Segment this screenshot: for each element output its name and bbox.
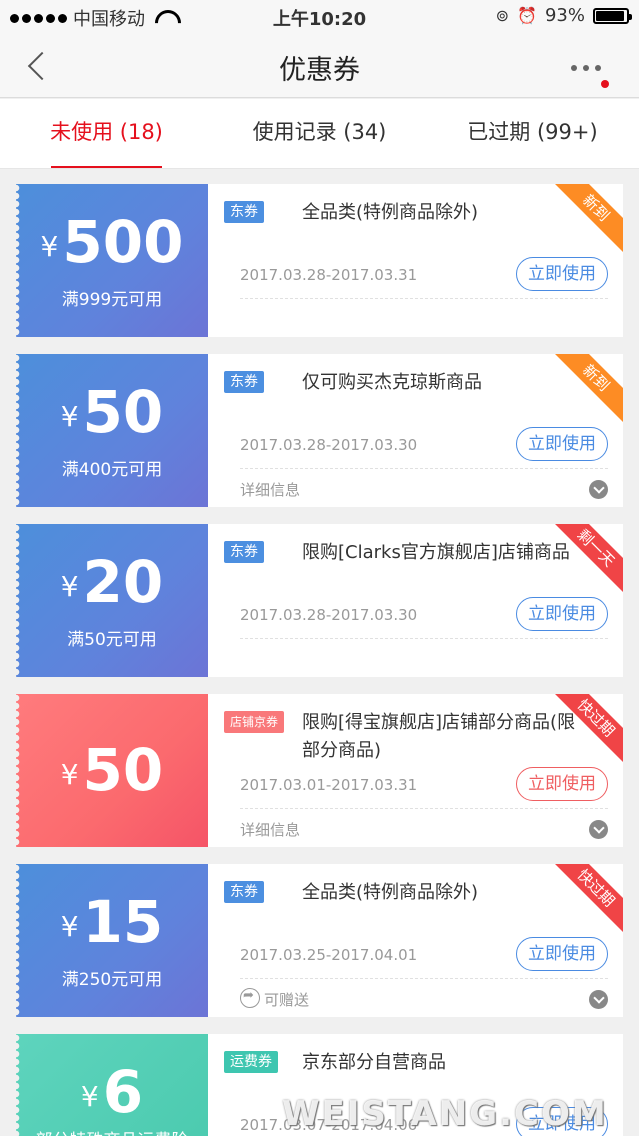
coupon-type-tag: 东券 — [224, 881, 264, 903]
share-gift-icon — [240, 988, 260, 1008]
coupon-title: 限购[得宝旗舰店]店铺部分商品(限部分商品) — [302, 712, 576, 761]
coupon-info: 东券 仅可购买杰克琼斯商品 2017.03.28-2017.03.30 立即使用… — [224, 354, 623, 507]
coupon-condition: 满999元可用 — [61, 290, 163, 310]
coupon-amount-panel: ¥15 满250元可用 — [16, 864, 208, 1017]
divider — [240, 808, 608, 809]
use-now-button[interactable]: 立即使用 — [516, 767, 608, 801]
coupon-type-tag: 东券 — [224, 201, 264, 223]
coupon-amount-panel: ¥20 满50元可用 — [16, 524, 208, 677]
use-now-button[interactable]: 立即使用 — [516, 427, 608, 461]
coupon-validity-date: 2017.03.25-2017.04.01 — [240, 946, 418, 964]
alarm-icon: ⏰ — [517, 6, 537, 25]
coupon-type-tag: 东券 — [224, 541, 264, 563]
coupon-info: 店铺京券 限购[得宝旗舰店]店铺部分商品(限部分商品) 2017.03.01-2… — [224, 694, 623, 847]
page-title: 优惠券 — [279, 55, 360, 86]
coupon-card[interactable]: ¥500 满999元可用 东券 全品类(特例商品除外) 2017.03.28-2… — [16, 184, 623, 337]
coupon-card[interactable]: ¥15 满250元可用 东券 全品类(特例商品除外) 2017.03.25-20… — [16, 864, 623, 1017]
giftable-label[interactable]: 可赠送 — [264, 989, 309, 1010]
coupon-card[interactable]: ¥50 店铺京券 限购[得宝旗舰店]店铺部分商品(限部分商品) 2017.03.… — [16, 694, 623, 847]
coupon-amount-panel: ¥50 — [16, 694, 208, 847]
coupon-amount-panel: ¥50 满400元可用 — [16, 354, 208, 507]
tab-bar: 未使用 (18) 使用记录 (34) 已过期 (99+) — [0, 99, 639, 169]
divider — [240, 638, 608, 639]
status-right: ⊚ ⏰ 93% — [495, 5, 632, 26]
coupon-title: 限购[Clarks官方旗舰店]店铺商品 — [302, 542, 570, 563]
coupon-type-tag: 店铺京券 — [224, 711, 285, 733]
coupon-type-tag: 东券 — [224, 371, 264, 393]
coupon-condition: 部分特殊商品运费险 — [16, 1126, 208, 1136]
divider — [240, 298, 608, 299]
coupon-validity-date: 2017.03.01-2017.03.31 — [240, 776, 418, 794]
coupon-condition: 满250元可用 — [61, 970, 163, 990]
coupon-amount: ¥6 — [80, 1058, 144, 1126]
coupon-info: 东券 全品类(特例商品除外) 2017.03.28-2017.03.31 立即使… — [224, 184, 623, 337]
detail-info-link[interactable]: 详细信息 — [240, 479, 300, 500]
coupon-card[interactable]: ¥20 满50元可用 东券 限购[Clarks官方旗舰店]店铺商品 2017.0… — [16, 524, 623, 677]
nav-bar: 优惠券 — [0, 34, 639, 98]
coupon-title: 仅可购买杰克琼斯商品 — [302, 372, 482, 393]
coupon-amount-panel: ¥6 部分特殊商品运费险 — [16, 1034, 208, 1136]
coupon-info: 东券 限购[Clarks官方旗舰店]店铺商品 2017.03.28-2017.0… — [224, 524, 623, 677]
coupon-amount-panel: ¥500 满999元可用 — [16, 184, 208, 337]
tab-usage-history[interactable]: 使用记录 (34) — [213, 99, 426, 168]
coupon-validity-date: 2017.03.28-2017.03.31 — [240, 266, 418, 284]
coupon-amount: ¥50 — [60, 736, 164, 804]
coupon-title: 京东部分自营商品 — [302, 1052, 446, 1073]
chevron-down-icon[interactable] — [589, 480, 608, 499]
battery-icon — [593, 7, 632, 24]
notification-dot — [601, 80, 609, 88]
coupon-condition: 满50元可用 — [67, 630, 157, 650]
divider — [240, 468, 608, 469]
tab-unused[interactable]: 未使用 (18) — [0, 99, 213, 168]
rotation-lock-icon: ⊚ — [495, 6, 510, 25]
battery-percent: 93% — [544, 5, 585, 26]
coupon-amount: ¥50 — [60, 378, 164, 446]
coupon-condition: 满400元可用 — [61, 460, 163, 480]
use-now-button[interactable]: 立即使用 — [516, 257, 608, 291]
chevron-down-icon[interactable] — [589, 990, 608, 1009]
use-now-button[interactable]: 立即使用 — [516, 937, 608, 971]
chevron-down-icon[interactable] — [589, 820, 608, 839]
watermark: WEISTANG.COM — [282, 1094, 608, 1134]
use-now-button[interactable]: 立即使用 — [516, 597, 608, 631]
more-menu-button[interactable] — [571, 56, 611, 80]
coupon-title: 全品类(特例商品除外) — [302, 202, 479, 223]
coupon-type-tag: 运费券 — [224, 1051, 278, 1073]
coupon-card[interactable]: ¥50 满400元可用 东券 仅可购买杰克琼斯商品 2017.03.28-201… — [16, 354, 623, 507]
coupon-amount: ¥20 — [60, 548, 164, 616]
divider — [240, 978, 608, 979]
coupon-info: 东券 全品类(特例商品除外) 2017.03.25-2017.04.01 立即使… — [224, 864, 623, 1017]
coupon-amount: ¥15 — [60, 888, 164, 956]
coupon-title: 全品类(特例商品除外) — [302, 882, 479, 903]
status-bar: 中国移动 上午10:20 ⊚ ⏰ 93% — [0, 0, 639, 34]
battery-fill — [596, 10, 624, 21]
coupon-amount: ¥500 — [40, 208, 184, 276]
detail-info-link[interactable]: 详细信息 — [240, 819, 300, 840]
tab-expired[interactable]: 已过期 (99+) — [426, 99, 639, 168]
coupon-validity-date: 2017.03.28-2017.03.30 — [240, 606, 418, 624]
coupon-validity-date: 2017.03.28-2017.03.30 — [240, 436, 418, 454]
